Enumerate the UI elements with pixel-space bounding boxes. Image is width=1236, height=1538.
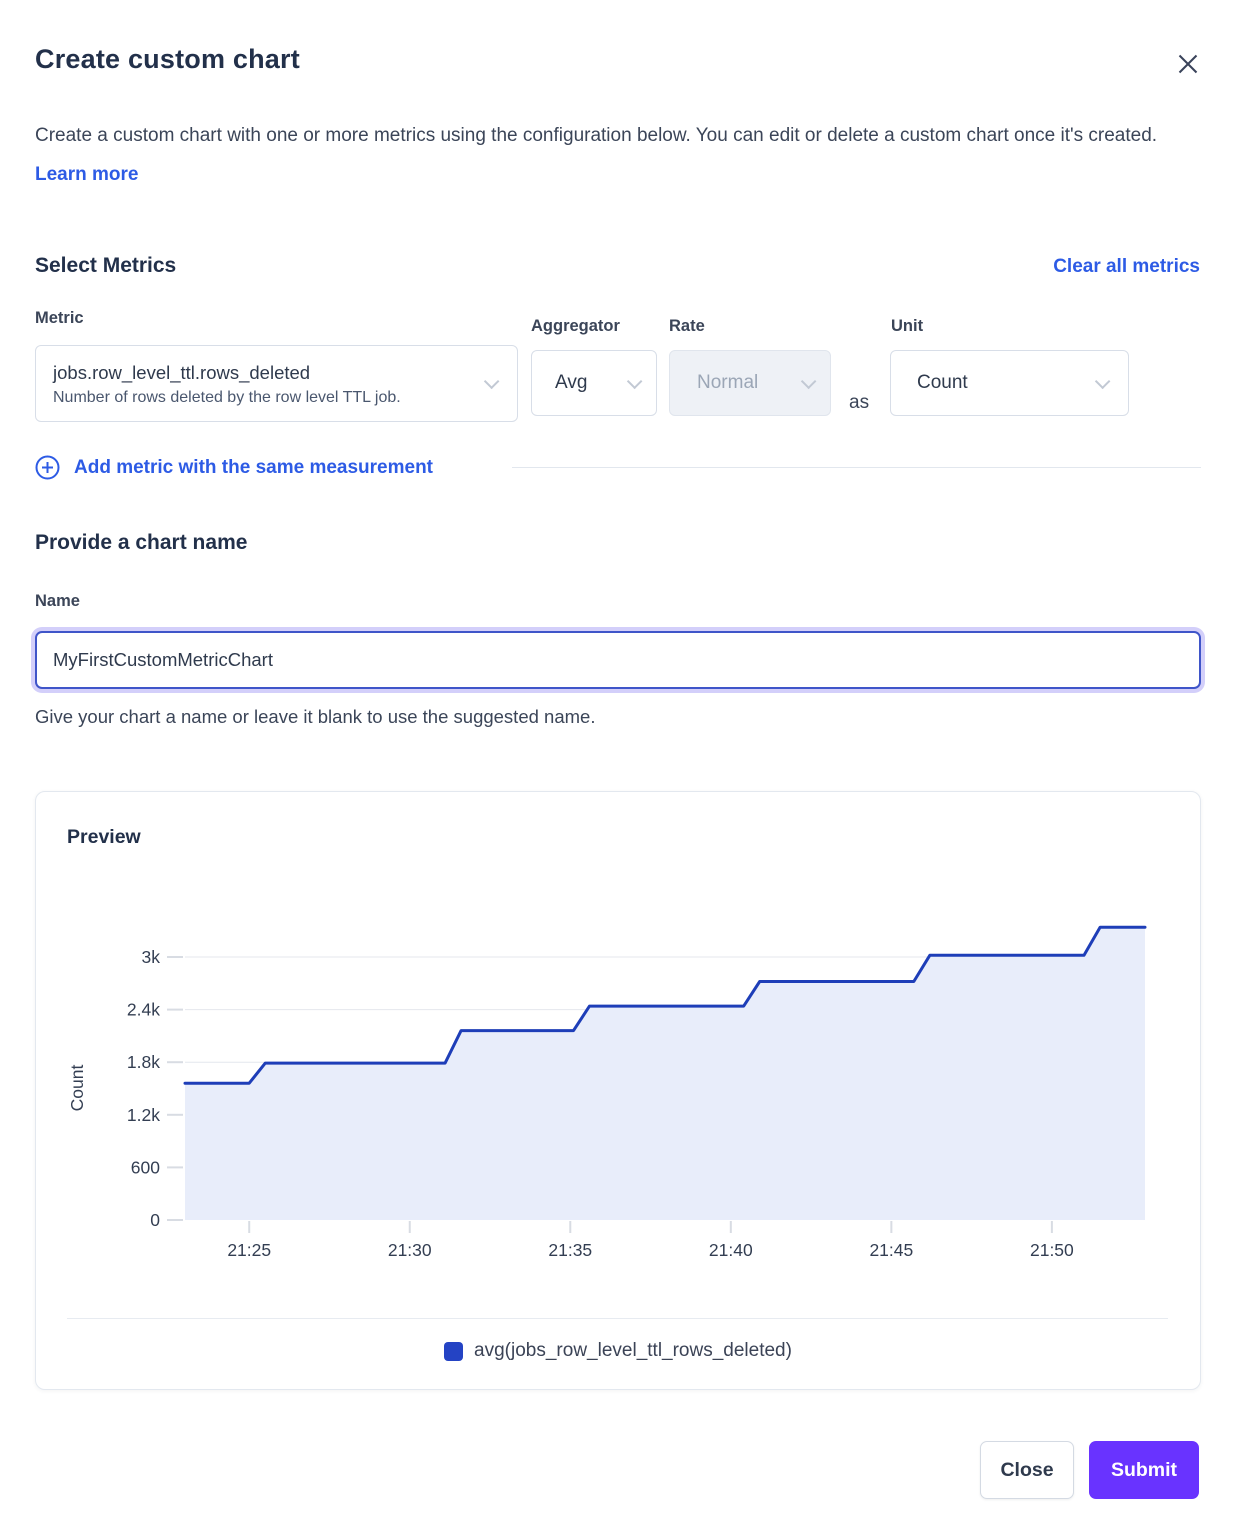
modal-description: Create a custom chart with one or more m… <box>35 116 1185 194</box>
svg-text:2.4k: 2.4k <box>127 1000 160 1020</box>
svg-text:21:35: 21:35 <box>548 1240 592 1260</box>
rate-select-value: Normal <box>697 372 801 394</box>
chart-legend: avg(jobs_row_level_ttl_rows_deleted) <box>35 1340 1201 1362</box>
aggregator-select-value: Avg <box>555 372 627 394</box>
metric-row-divider <box>512 467 1201 468</box>
rate-select: Normal <box>669 350 831 416</box>
metric-select-value: jobs.row_level_ttl.rows_deleted <box>53 360 484 386</box>
svg-text:600: 600 <box>131 1157 160 1177</box>
close-icon <box>1177 53 1199 75</box>
chart-name-input[interactable] <box>35 631 1201 689</box>
submit-button[interactable]: Submit <box>1089 1441 1199 1499</box>
metric-select-description: Number of rows deleted by the row level … <box>53 386 484 410</box>
svg-text:0: 0 <box>150 1210 160 1230</box>
add-metric-label: Add metric with the same measurement <box>74 457 433 479</box>
unit-select-value: Count <box>917 372 1095 394</box>
metric-field-label: Metric <box>35 309 84 328</box>
svg-text:1.8k: 1.8k <box>127 1052 160 1072</box>
learn-more-link[interactable]: Learn more <box>35 164 138 185</box>
chevron-down-icon <box>484 374 500 390</box>
page-title: Create custom chart <box>35 44 300 75</box>
legend-divider <box>67 1318 1168 1319</box>
aggregator-select[interactable]: Avg <box>531 350 657 416</box>
name-field-label: Name <box>35 592 80 611</box>
chevron-down-icon <box>801 373 817 389</box>
svg-text:1.2k: 1.2k <box>127 1105 160 1125</box>
add-metric-button[interactable]: Add metric with the same measurement <box>35 455 433 480</box>
close-footer-button[interactable]: Close <box>980 1441 1074 1499</box>
legend-series-label: avg(jobs_row_level_ttl_rows_deleted) <box>474 1340 792 1362</box>
select-metrics-heading: Select Metrics <box>35 254 176 278</box>
chevron-down-icon <box>1095 373 1111 389</box>
name-helper-text: Give your chart a name or leave it blank… <box>35 706 595 728</box>
svg-text:21:40: 21:40 <box>709 1240 753 1260</box>
rate-field-label: Rate <box>669 317 705 336</box>
chevron-down-icon <box>627 373 643 389</box>
as-label: as <box>849 392 869 414</box>
svg-text:21:45: 21:45 <box>869 1240 913 1260</box>
unit-select[interactable]: Count <box>890 350 1129 416</box>
svg-text:21:25: 21:25 <box>227 1240 271 1260</box>
svg-text:21:50: 21:50 <box>1030 1240 1074 1260</box>
svg-text:Count: Count <box>67 1065 87 1112</box>
unit-field-label: Unit <box>891 317 923 336</box>
description-text: Create a custom chart with one or more m… <box>35 125 1157 146</box>
preview-chart-svg: 0 600 1.2k 1.8k 2.4k 3k 21:25 21:30 21:35 21:40 21… <box>35 791 1201 1271</box>
chart-name-heading: Provide a chart name <box>35 531 247 555</box>
metric-select-texts: jobs.row_level_ttl.rows_deleted Number o… <box>53 358 484 410</box>
close-button[interactable] <box>1172 48 1204 80</box>
svg-text:21:30: 21:30 <box>388 1240 432 1260</box>
aggregator-field-label: Aggregator <box>531 317 620 336</box>
svg-text:3k: 3k <box>142 947 161 967</box>
legend-swatch <box>444 1342 463 1361</box>
metric-select[interactable]: jobs.row_level_ttl.rows_deleted Number o… <box>35 345 518 422</box>
clear-all-metrics-link[interactable]: Clear all metrics <box>1053 256 1200 278</box>
plus-circle-icon <box>35 455 60 480</box>
